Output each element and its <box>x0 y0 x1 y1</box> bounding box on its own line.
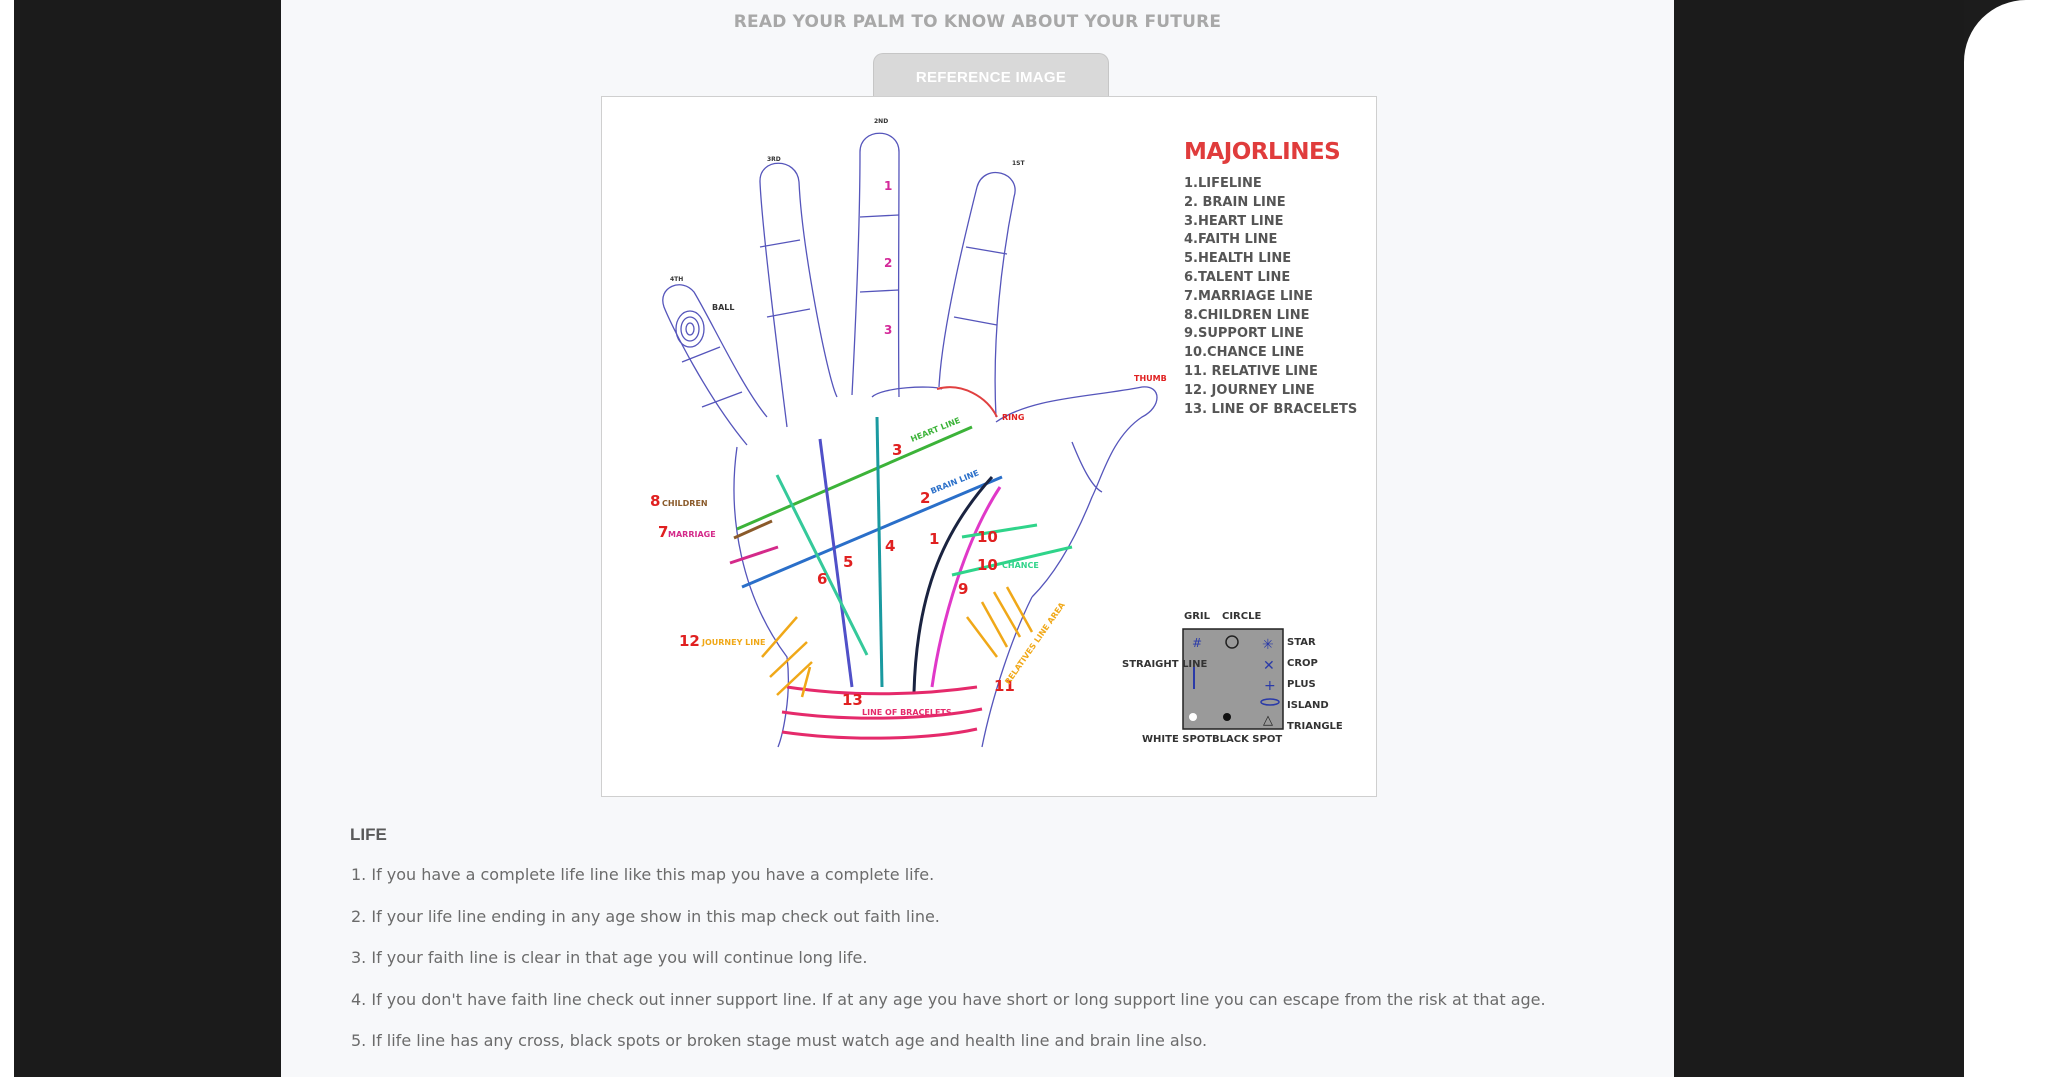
black-spot-icon <box>1223 713 1231 721</box>
journey-relative-strokes <box>761 586 1034 698</box>
list-item: 4. If you don't have faith line check ou… <box>351 989 1546 1009</box>
chance-line-2 <box>961 523 1038 539</box>
number-children: 8 <box>650 492 660 510</box>
marriage-line <box>729 545 779 565</box>
cross-icon: ✕ <box>1263 658 1275 674</box>
faith-line <box>875 416 884 688</box>
legend-plus: PLUS <box>1287 679 1316 690</box>
palm-reference-image: 2ND 3RD 1ST 4TH 1 2 3 BALL THUMB RING 8 … <box>601 96 1377 797</box>
number-bracelets: 13 <box>842 691 863 709</box>
content-page: READ YOUR PALM TO KNOW ABOUT YOUR FUTURE… <box>281 0 1674 1077</box>
brain-line <box>741 475 1003 589</box>
major-lines-title: MAJORLINES <box>1184 139 1341 165</box>
major-line-item: 13. LINE OF BRACELETS <box>1184 401 1358 417</box>
chance-label: CHANCE <box>1002 561 1039 570</box>
number-health: 5 <box>843 553 853 571</box>
reference-image-tab[interactable]: REFERENCE IMAGE <box>873 53 1109 99</box>
number-marriage: 7 <box>658 523 668 541</box>
number-brain: 2 <box>920 489 930 507</box>
white-spot-icon <box>1189 713 1197 721</box>
major-line-item: 12. JOURNEY LINE <box>1184 382 1315 398</box>
number-talent: 6 <box>817 570 827 588</box>
heart-line-label: HEART LINE <box>909 416 961 444</box>
star-icon: ✳ <box>1262 637 1274 653</box>
page-heading: READ YOUR PALM TO KNOW ABOUT YOUR FUTURE <box>733 12 1222 32</box>
legend-crop: CROP <box>1287 658 1318 669</box>
grill-icon: # <box>1192 636 1202 650</box>
relatives-label: RELATIVES LINE AREA <box>1003 600 1067 686</box>
ring-mark <box>936 386 998 418</box>
bracelet-line-1 <box>786 685 978 696</box>
number-heart: 3 <box>892 441 902 459</box>
major-line-item: 3.HEART LINE <box>1184 213 1284 229</box>
finger-label-2nd: 2ND <box>874 118 888 125</box>
number-support: 9 <box>958 580 968 598</box>
bracelets-label: LINE OF BRACELETS <box>862 708 952 717</box>
legend-island: ISLAND <box>1287 700 1329 711</box>
legend-white-spot: WHITE SPOT <box>1142 734 1212 745</box>
major-line-item: 6.TALENT LINE <box>1184 269 1291 285</box>
list-item: 2. If your life line ending in any age s… <box>351 906 940 926</box>
finger-label-4th: 4TH <box>670 276 683 283</box>
list-item: 3. If your faith line is clear in that a… <box>351 948 868 967</box>
brain-line-label: BRAIN LINE <box>929 468 980 496</box>
journey-label: JOURNEY LINE <box>701 638 765 647</box>
section-title: LIFE <box>350 825 387 844</box>
major-line-item: 5.HEALTH LINE <box>1184 251 1292 267</box>
phalanx-number-3: 3 <box>884 323 892 337</box>
major-line-item: 1.LIFELINE <box>1184 176 1262 191</box>
number-faith: 4 <box>885 537 895 555</box>
ball-label: BALL <box>712 303 734 312</box>
symbols-legend: # ✳ ✕ + △ <box>1182 628 1284 730</box>
heart-line <box>736 425 973 531</box>
major-lines-list: MAJORLINES 1.LIFELINE 2. BRAIN LINE 3.HE… <box>1184 139 1374 419</box>
phalanx-number-1: 1 <box>884 179 892 193</box>
number-chance-2: 10 <box>977 556 998 574</box>
left-edge <box>0 0 14 1077</box>
major-line-item: 7.MARRIAGE LINE <box>1184 288 1313 304</box>
major-line-item: 2. BRAIN LINE <box>1184 194 1286 210</box>
number-chance-1: 10 <box>977 528 998 546</box>
phalanx-number-2: 2 <box>884 256 892 270</box>
marriage-label: MARRIAGE <box>668 530 716 539</box>
major-line-item: 4.FAITH LINE <box>1184 232 1278 248</box>
finger-label-1st: 1ST <box>1012 160 1025 167</box>
ring-label: RING <box>1002 413 1024 422</box>
major-line-item: 9.SUPPORT LINE <box>1184 326 1304 342</box>
life-list: 1. If you have a complete life line like… <box>351 864 1546 1072</box>
legend-star: STAR <box>1287 637 1316 648</box>
number-journey: 12 <box>679 632 700 650</box>
list-item: 1. If you have a complete life line like… <box>351 865 935 884</box>
triangle-icon: △ <box>1263 713 1273 728</box>
list-item: 5. If life line has any cross, black spo… <box>351 1031 1208 1050</box>
plus-icon: + <box>1264 678 1276 694</box>
legend-straight-line: STRAIGHT LINE <box>1122 659 1208 670</box>
major-line-item: 8.CHILDREN LINE <box>1184 307 1310 323</box>
legend-black-spot: BLACK SPOT <box>1212 734 1282 745</box>
major-line-item: 11. RELATIVE LINE <box>1184 363 1318 379</box>
bracelet-line-3 <box>781 727 978 740</box>
legend-circle: CIRCLE <box>1222 611 1261 622</box>
major-line-item: 10.CHANCE LINE <box>1184 345 1305 361</box>
hand-outline <box>662 132 1158 748</box>
legend-gril: GRIL <box>1184 611 1211 622</box>
number-life: 1 <box>929 530 939 548</box>
legend-triangle: TRIANGLE <box>1287 721 1343 732</box>
thumb-label: THUMB <box>1134 374 1167 383</box>
finger-label-3rd: 3RD <box>767 156 781 163</box>
children-label: CHILDREN <box>662 499 708 508</box>
fingerprint-icon <box>675 310 705 348</box>
right-side-panel <box>1964 0 2046 1077</box>
